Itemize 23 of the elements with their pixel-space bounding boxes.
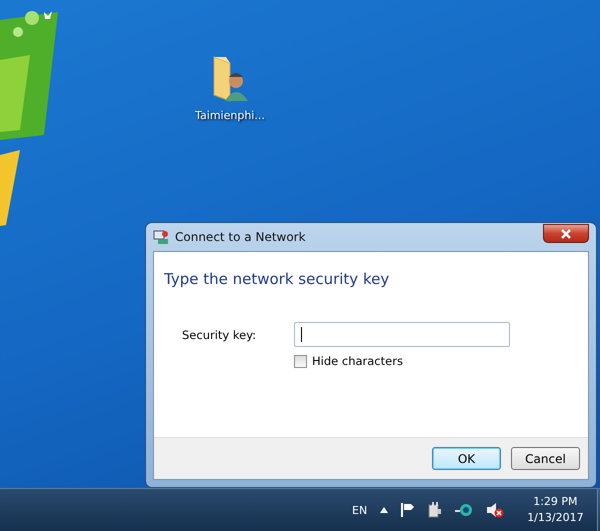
clock-date: 1/13/2017 — [527, 510, 584, 526]
flag-icon[interactable] — [401, 502, 416, 518]
checkbox-label: Hide characters — [312, 354, 403, 368]
power-plug-icon[interactable] — [428, 502, 442, 518]
close-icon — [560, 228, 572, 238]
field-label: Security key: — [182, 328, 258, 342]
checkbox[interactable] — [294, 354, 307, 368]
show-desktop-button[interactable] — [596, 489, 600, 531]
dialog-heading: Type the network security key — [164, 270, 390, 288]
window-title: Connect to a Network — [175, 230, 307, 244]
clock[interactable]: 1:29 PM 1/13/2017 — [527, 494, 584, 526]
text-cursor — [301, 327, 302, 342]
desktop-icon-label[interactable]: Taimienphi... — [195, 109, 265, 122]
security-key-field[interactable] — [294, 322, 510, 347]
network-icon — [153, 229, 169, 245]
up-arrow-icon[interactable] — [380, 507, 388, 513]
dialog-button[interactable]: Cancel — [511, 447, 580, 470]
speaker-muted-icon[interactable] — [486, 502, 504, 518]
language-indicator[interactable]: EN — [352, 504, 368, 516]
dialog-button[interactable]: OK — [432, 447, 501, 470]
network-icon[interactable] — [455, 503, 474, 517]
close-button[interactable] — [543, 224, 589, 243]
clock-time: 1:29 PM — [533, 494, 578, 510]
